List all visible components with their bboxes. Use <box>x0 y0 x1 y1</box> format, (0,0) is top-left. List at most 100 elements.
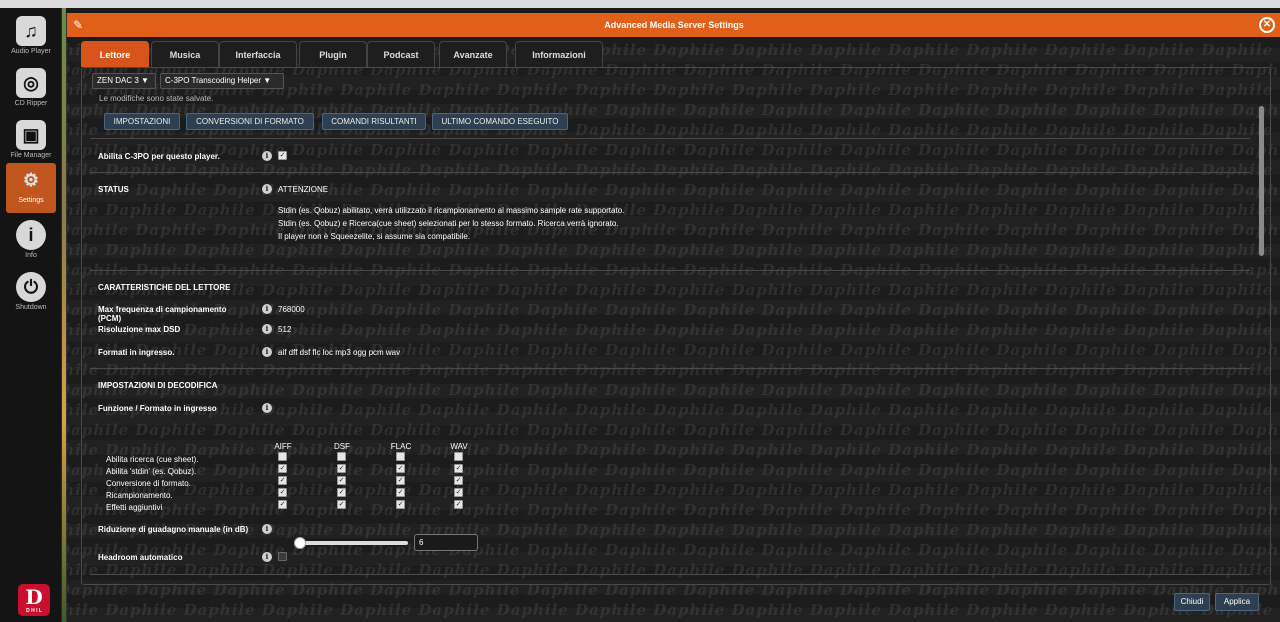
col-header-flac: FLAC <box>390 442 412 451</box>
info-icon[interactable]: i <box>262 524 272 534</box>
rail-item-label: File Manager <box>10 152 52 159</box>
info-icon[interactable]: i <box>262 552 272 562</box>
dsd-label: Risoluzione max DSD <box>98 325 181 334</box>
formats-value: aif dff dsf flc loc mp3 ogg pcm wav <box>278 348 401 357</box>
row-label-effects: Effetti aggiuntivi <box>106 503 163 512</box>
tab-podcast[interactable]: Podcast <box>367 41 435 67</box>
info-icon[interactable]: i <box>262 347 272 357</box>
rail-item-label: Info <box>25 252 37 259</box>
close-button[interactable]: Chiudi <box>1174 593 1210 611</box>
app-sidebar: ♫ Audio Player ◎ CD Ripper ▣ File Manage… <box>0 8 62 622</box>
conversioni-button[interactable]: CONVERSIONI DI FORMATO <box>186 113 314 130</box>
rail-item-label: Settings <box>18 197 44 204</box>
impostazioni-button[interactable]: IMPOSTAZIONI <box>104 113 180 130</box>
rail-item-cd-ripper[interactable]: ◎ CD Ripper <box>6 66 56 116</box>
dialog-title: Advanced Media Server Settings <box>604 20 744 30</box>
scrollbar[interactable] <box>1259 106 1264 256</box>
decoding-checkbox[interactable] <box>278 452 287 461</box>
decoding-checkbox[interactable]: ✓ <box>278 476 287 485</box>
rail-item-settings[interactable]: ⚙ Settings <box>6 163 56 213</box>
status-value: ATTENZIONE <box>278 185 329 194</box>
gain-input[interactable]: 6 <box>414 534 478 551</box>
divider <box>90 574 1250 575</box>
row-label-stdin: Abilita 'stdin' (es. Qobuz). <box>106 467 197 476</box>
tab-informazioni[interactable]: Informazioni <box>515 41 603 67</box>
apply-button[interactable]: Applica <box>1215 593 1259 611</box>
saved-note: Le modifiche sono state salvate. <box>99 94 214 103</box>
decoding-checkbox[interactable]: ✓ <box>396 464 405 473</box>
decoding-checkbox[interactable]: ✓ <box>337 476 346 485</box>
row-label-conversion: Conversione di formato. <box>106 479 191 488</box>
enable-checkbox[interactable]: ✓ <box>278 151 287 160</box>
decoding-checkbox[interactable] <box>396 452 405 461</box>
rail-item-label: CD Ripper <box>14 100 48 107</box>
rail-item-file-manager[interactable]: ▣ File Manager <box>6 118 56 168</box>
dsd-value: 512 <box>278 325 292 334</box>
decoding-checkbox[interactable]: ✓ <box>396 476 405 485</box>
gain-slider-track[interactable] <box>294 541 408 545</box>
close-icon[interactable]: ✕ <box>1259 17 1275 33</box>
decoding-checkbox[interactable]: ✓ <box>337 500 346 509</box>
info-icon[interactable]: i <box>262 304 272 314</box>
status-line: Il player non è Squeezelite, si assume s… <box>278 232 471 241</box>
gain-slider-thumb[interactable] <box>294 537 306 549</box>
player-caps-section: CARATTERISTICHE DEL LETTORE <box>98 283 231 292</box>
pcm-value: 768000 <box>278 305 305 314</box>
dialog-titlebar: ✎ Advanced Media Server Settings ✕ <box>67 13 1280 37</box>
decoding-checkbox[interactable]: ✓ <box>396 488 405 497</box>
ultimo-comando-button[interactable]: ULTIMO COMANDO ESEGUITO <box>432 113 568 130</box>
decoding-checkbox[interactable]: ✓ <box>278 500 287 509</box>
tab-plugin[interactable]: Plugin <box>299 41 367 67</box>
formats-label: Formati in ingresso. <box>98 348 175 357</box>
daphile-logo: DD H I L <box>18 584 50 616</box>
settings-panel: ZEN DAC 3 ▼ C-3PO Transcoding Helper ▼ L… <box>81 67 1271 585</box>
col-header-wav: WAV <box>450 442 468 451</box>
row-label-cue: Abilita ricerca (cue sheet). <box>106 455 199 464</box>
tab-musica[interactable]: Musica <box>151 41 219 67</box>
gear-icon: ⚙ <box>22 170 40 190</box>
decoding-checkbox[interactable] <box>337 452 346 461</box>
info-icon[interactable]: i <box>262 151 272 161</box>
player-select[interactable]: ZEN DAC 3 ▼ <box>92 73 156 89</box>
comandi-button[interactable]: COMANDI RISULTANTI <box>322 113 426 130</box>
tab-avanzate[interactable]: Avanzate <box>439 41 507 67</box>
power-icon: ⏻ <box>16 272 46 302</box>
settings-dialog: ✎ Advanced Media Server Settings ✕ Daphi… <box>66 13 1280 622</box>
rail-item-shutdown[interactable]: ⏻ Shutdown <box>6 270 56 320</box>
decoding-checkbox[interactable]: ✓ <box>278 488 287 497</box>
music-note-icon: ♫ <box>16 16 46 46</box>
decoding-checkbox[interactable]: ✓ <box>396 500 405 509</box>
decoding-checkbox[interactable]: ✓ <box>337 488 346 497</box>
drive-icon: ▣ <box>16 120 46 150</box>
decoding-checkbox[interactable]: ✓ <box>337 464 346 473</box>
col-header-aiff: AIFF <box>274 442 292 451</box>
headroom-label: Headroom automatico <box>98 553 183 562</box>
info-icon[interactable]: i <box>262 403 272 413</box>
tab-lettore[interactable]: Lettore <box>81 41 149 67</box>
decoding-checkbox[interactable]: ✓ <box>454 464 463 473</box>
info-icon[interactable]: i <box>262 324 272 334</box>
decoding-checkbox[interactable]: ✓ <box>454 500 463 509</box>
headroom-checkbox[interactable] <box>278 552 287 561</box>
info-icon[interactable]: i <box>262 184 272 194</box>
rail-item-label: Shutdown <box>15 304 47 311</box>
decoding-checkbox[interactable]: ✓ <box>454 476 463 485</box>
gain-label: Riduzione di guadagno manuale (in dB) <box>98 525 249 534</box>
status-line: Stdin (es. Qobuz) e Ricerca(cue sheet) s… <box>278 219 619 228</box>
plugin-select[interactable]: C-3PO Transcoding Helper ▼ <box>160 73 284 89</box>
tab-interfaccia[interactable]: Interfaccia <box>219 41 297 67</box>
pcm-label: Max frequenza di campionamento (PCM) <box>98 305 227 323</box>
function-label: Funzione / Formato in ingresso <box>98 404 217 413</box>
divider <box>90 368 1250 369</box>
browser-bookmarks-strip <box>0 0 1280 8</box>
divider <box>90 172 1250 173</box>
decoding-checkbox[interactable]: ✓ <box>278 464 287 473</box>
rail-item-info[interactable]: i Info <box>6 218 56 268</box>
info-icon: i <box>16 220 46 250</box>
disc-icon: ◎ <box>16 68 46 98</box>
rail-item-audio-player[interactable]: ♫ Audio Player <box>6 14 56 64</box>
decoding-checkbox[interactable] <box>454 452 463 461</box>
enable-label: Abilita C-3PO per questo player. <box>98 152 220 161</box>
decoding-checkbox[interactable]: ✓ <box>454 488 463 497</box>
watermark-row: Daphile Daphile Daphile Daphile Daphile … <box>67 601 1280 619</box>
